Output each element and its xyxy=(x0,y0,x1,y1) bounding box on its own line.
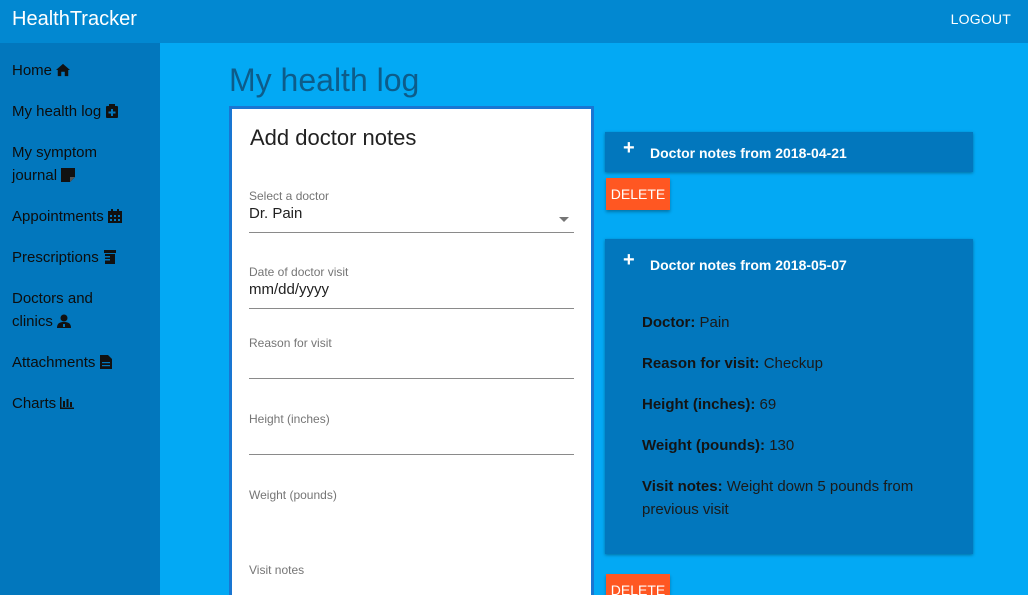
sidebar-item-attachments[interactable]: Attachments xyxy=(12,351,137,374)
add-doctor-notes-form: Add doctor notes Select a doctor Dr. Pai… xyxy=(229,106,594,595)
detail-value: Checkup xyxy=(763,355,823,372)
weight-value xyxy=(249,504,574,524)
doctor-select-label: Select a doctor xyxy=(249,189,330,203)
doctor-note-header[interactable]: + Doctor notes from 2018-04-21 xyxy=(605,132,973,172)
weight-label: Weight (pounds) xyxy=(249,488,337,502)
visit-notes-value xyxy=(249,579,574,595)
user-doctor-icon xyxy=(56,314,71,328)
top-app-bar: HealthTracker LOGOUT xyxy=(0,0,1028,43)
clipboard-plus-icon xyxy=(106,104,119,118)
note-detail-reason: Reason for visit: Checkup xyxy=(642,352,942,375)
sidebar-item-prescriptions[interactable]: Prescriptions xyxy=(12,246,137,269)
doctor-note-title: Doctor notes from 2018-05-07 xyxy=(650,257,847,273)
sidebar-item-label: Appointments xyxy=(12,208,104,225)
home-icon xyxy=(56,63,71,77)
height-label: Height (inches) xyxy=(249,412,330,426)
sidebar-item-doctors-clinics[interactable]: Doctors and clinics xyxy=(12,287,137,333)
calendar-icon xyxy=(107,209,122,223)
sticky-note-icon xyxy=(61,168,76,182)
doctor-note-panel: + Doctor notes from 2018-05-07 Doctor: P… xyxy=(605,239,973,554)
doctor-note-panel: + Doctor notes from 2018-04-21 xyxy=(605,132,973,172)
detail-label: Visit notes: xyxy=(642,478,723,495)
sidebar-item-label: Home xyxy=(12,62,53,79)
note-detail-weight: Weight (pounds): 130 xyxy=(642,434,942,457)
visit-notes-label: Visit notes xyxy=(249,563,305,577)
height-value xyxy=(249,428,574,448)
detail-label: Reason for visit: xyxy=(642,355,760,372)
sidebar-item-label: My symptom journal xyxy=(12,144,98,184)
detail-label: Height (inches): xyxy=(642,396,756,413)
visit-date-label: Date of doctor visit xyxy=(249,265,349,279)
detail-value: Pain xyxy=(699,314,730,331)
page-title: My health log xyxy=(229,62,420,98)
delete-button[interactable]: DELETE xyxy=(606,574,670,595)
sidebar: Home My health log My symptom journal Ap… xyxy=(0,43,160,595)
sidebar-item-appointments[interactable]: Appointments xyxy=(12,205,137,228)
visit-date-field[interactable]: Date of doctor visit mm/dd/yyyy xyxy=(249,265,574,309)
height-field[interactable]: Height (inches) xyxy=(249,412,574,455)
doctor-select[interactable]: Select a doctor Dr. Pain xyxy=(249,189,574,233)
sidebar-item-home[interactable]: Home xyxy=(12,59,137,82)
reason-value xyxy=(249,352,574,372)
sidebar-item-health-log[interactable]: My health log xyxy=(12,100,137,123)
reason-label: Reason for visit xyxy=(249,336,332,350)
plus-icon[interactable]: + xyxy=(623,249,635,272)
detail-label: Weight (pounds): xyxy=(642,437,766,454)
delete-button[interactable]: DELETE xyxy=(606,178,670,210)
logout-button[interactable]: LOGOUT xyxy=(951,11,1011,27)
detail-label: Doctor: xyxy=(642,314,696,331)
form-title: Add doctor notes xyxy=(250,125,417,150)
sidebar-item-label: Doctors and clinics xyxy=(12,290,93,330)
detail-value: 69 xyxy=(759,396,777,413)
sidebar-item-label: My health log xyxy=(12,103,102,120)
sidebar-item-charts[interactable]: Charts xyxy=(12,392,137,415)
reason-field[interactable]: Reason for visit xyxy=(249,336,574,379)
weight-field[interactable]: Weight (pounds) xyxy=(249,488,574,531)
sidebar-item-label: Attachments xyxy=(12,354,96,371)
plus-icon[interactable]: + xyxy=(623,137,635,160)
detail-value: 130 xyxy=(769,437,795,454)
note-detail-doctor: Doctor: Pain xyxy=(642,311,942,334)
app-title[interactable]: HealthTracker xyxy=(12,8,137,31)
doctor-note-title: Doctor notes from 2018-04-21 xyxy=(650,145,847,161)
sidebar-item-label: Prescriptions xyxy=(12,249,99,266)
prescription-bottle-icon xyxy=(103,250,116,264)
chart-bar-icon xyxy=(60,397,75,409)
file-icon xyxy=(100,355,113,369)
visit-date-value: mm/dd/yyyy xyxy=(249,281,330,298)
chevron-down-icon xyxy=(559,217,569,222)
visit-notes-field[interactable]: Visit notes xyxy=(249,563,574,595)
doctor-note-header[interactable]: + Doctor notes from 2018-05-07 xyxy=(605,244,973,284)
sidebar-item-symptom-journal[interactable]: My symptom journal xyxy=(12,141,137,187)
note-detail-height: Height (inches): 69 xyxy=(642,393,942,416)
note-detail-visit-notes: Visit notes: Weight down 5 pounds from p… xyxy=(642,475,942,521)
sidebar-item-label: Charts xyxy=(12,395,57,412)
doctor-select-value: Dr. Pain xyxy=(249,205,303,222)
